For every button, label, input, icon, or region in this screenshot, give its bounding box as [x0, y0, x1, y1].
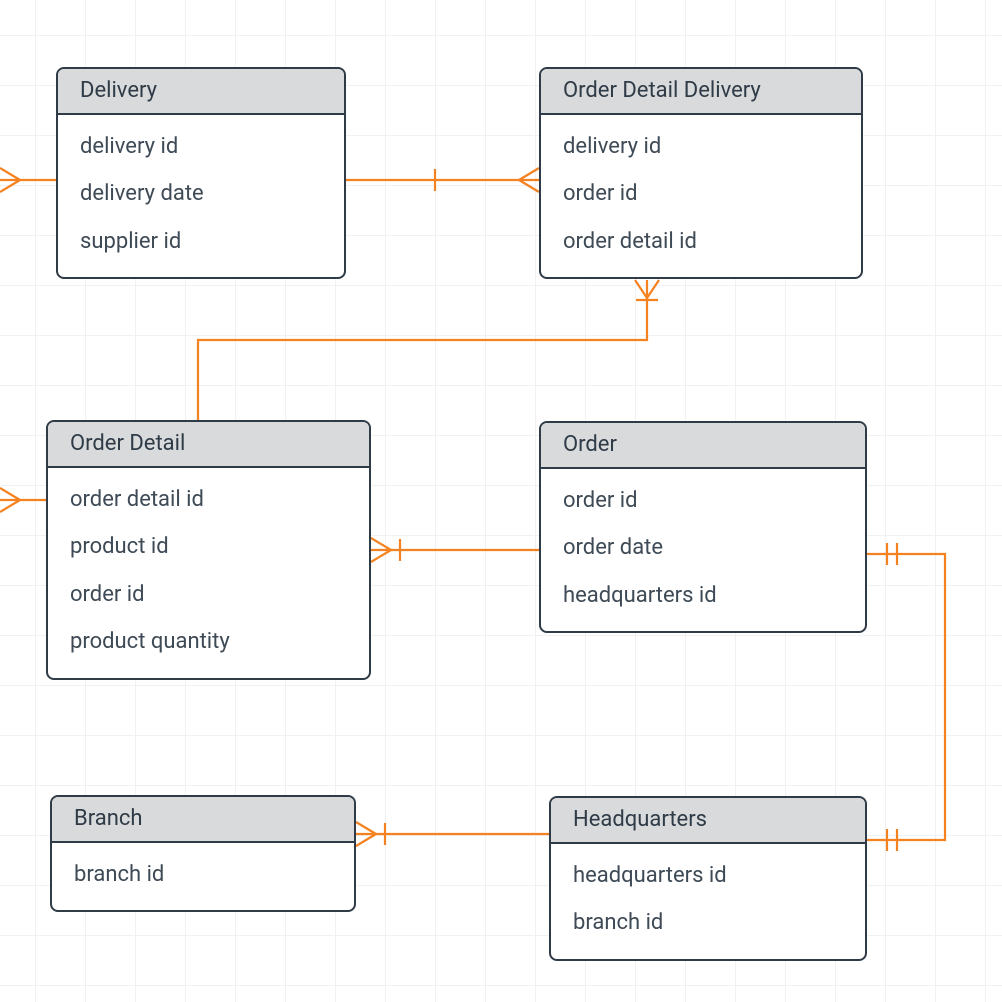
entity-attr: product quantity [70, 618, 347, 666]
entity-attr: branch id [74, 851, 332, 899]
entity-headquarters[interactable]: Headquarters headquarters id branch id [549, 796, 867, 961]
entity-attr: headquarters id [573, 852, 843, 900]
entity-attr: order date [563, 524, 843, 572]
entity-attr: order id [70, 571, 347, 619]
entity-attr: order detail id [563, 218, 839, 266]
entity-attr: delivery id [80, 123, 322, 171]
entity-order-detail[interactable]: Order Detail order detail id product id … [46, 420, 371, 680]
diagram-canvas[interactable]: Delivery delivery id delivery date suppl… [0, 0, 1002, 1002]
entity-order[interactable]: Order order id order date headquarters i… [539, 421, 867, 633]
entity-attr: delivery date [80, 170, 322, 218]
entity-body: branch id [52, 843, 354, 911]
entity-attr: product id [70, 523, 347, 571]
entity-header: Headquarters [551, 798, 865, 844]
entity-attr: supplier id [80, 218, 322, 266]
entity-body: order detail id product id order id prod… [48, 468, 369, 678]
entity-body: headquarters id branch id [551, 844, 865, 959]
entity-body: delivery id delivery date supplier id [58, 115, 344, 278]
entity-header: Order Detail [48, 422, 369, 468]
entity-attr: headquarters id [563, 572, 843, 620]
entity-header: Branch [52, 797, 354, 843]
entity-attr: branch id [573, 899, 843, 947]
entity-body: delivery id order id order detail id [541, 115, 861, 278]
entity-attr: order detail id [70, 476, 347, 524]
entity-header: Order [541, 423, 865, 469]
entity-attr: order id [563, 477, 843, 525]
entity-attr: order id [563, 170, 839, 218]
entity-attr: delivery id [563, 123, 839, 171]
entity-delivery[interactable]: Delivery delivery id delivery date suppl… [56, 67, 346, 279]
entity-branch[interactable]: Branch branch id [50, 795, 356, 912]
entity-header: Delivery [58, 69, 344, 115]
entity-order-detail-delivery[interactable]: Order Detail Delivery delivery id order … [539, 67, 863, 279]
entity-body: order id order date headquarters id [541, 469, 865, 632]
entity-header: Order Detail Delivery [541, 69, 861, 115]
